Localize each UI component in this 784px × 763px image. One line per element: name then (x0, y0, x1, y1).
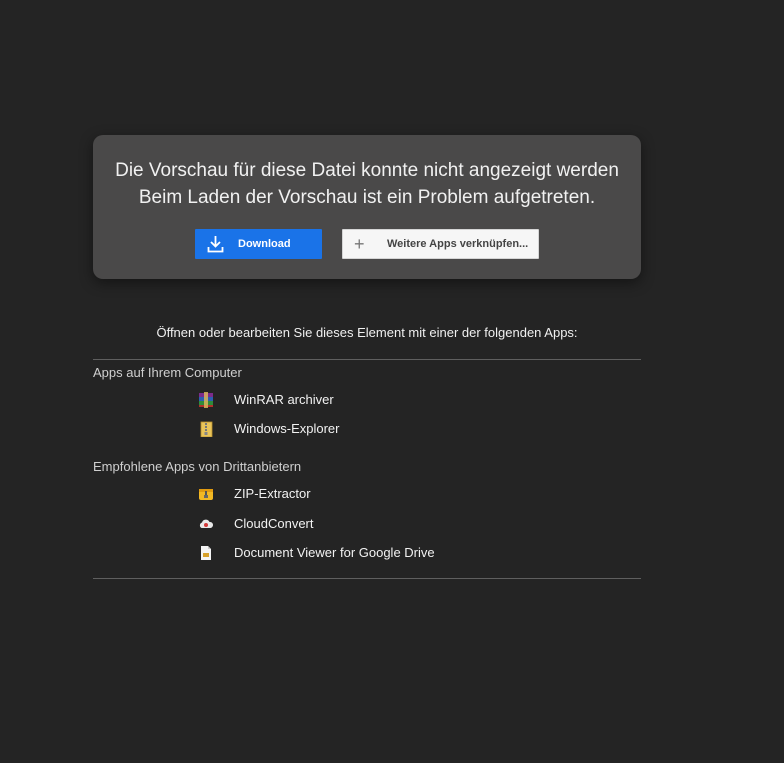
app-item-windows-explorer[interactable]: Windows-Explorer (198, 419, 339, 439)
connect-more-apps-button[interactable]: + Weitere Apps verknüpfen... (342, 229, 539, 259)
zip-extractor-icon (198, 486, 214, 502)
app-name: Document Viewer for Google Drive (234, 545, 435, 560)
connect-more-apps-label: Weitere Apps verknüpfen... (387, 238, 529, 250)
preview-error-subtitle: Beim Laden der Vorschau ist ein Problem … (138, 187, 596, 208)
app-item-zip-extractor[interactable]: ZIP-Extractor (198, 484, 311, 504)
app-name: WinRAR archiver (234, 392, 334, 407)
download-button[interactable]: Download (195, 229, 322, 259)
download-icon (207, 236, 224, 253)
app-name: ZIP-Extractor (234, 486, 311, 501)
document-viewer-icon (198, 545, 214, 561)
download-label: Download (238, 238, 291, 250)
cloudconvert-icon (198, 516, 214, 532)
plus-icon: + (354, 234, 365, 254)
drive-preview-page: Die Vorschau für diese Datei konnte nich… (0, 0, 784, 763)
zip-folder-icon (198, 421, 214, 438)
app-item-document-viewer[interactable]: Document Viewer for Google Drive (198, 543, 435, 563)
app-name: Windows-Explorer (234, 421, 340, 436)
winrar-icon (198, 392, 214, 408)
app-item-cloudconvert[interactable]: CloudConvert (198, 514, 314, 534)
preview-error-title: Die Vorschau für diese Datei konnte nich… (115, 160, 619, 181)
app-name: CloudConvert (234, 516, 314, 531)
preview-error-card: Die Vorschau für diese Datei konnte nich… (93, 135, 641, 279)
divider-top (93, 359, 641, 360)
app-item-winrar[interactable]: WinRAR archiver (198, 390, 334, 410)
preview-actions: Download + Weitere Apps verknüpfen... (93, 229, 641, 259)
computer-apps-section-label: Apps auf Ihrem Computer (93, 365, 242, 380)
third-party-apps-section-label: Empfohlene Apps von Drittanbietern (93, 459, 302, 474)
divider-bottom (93, 578, 641, 579)
open-with-heading: Öffnen oder bearbeiten Sie dieses Elemen… (156, 325, 578, 340)
